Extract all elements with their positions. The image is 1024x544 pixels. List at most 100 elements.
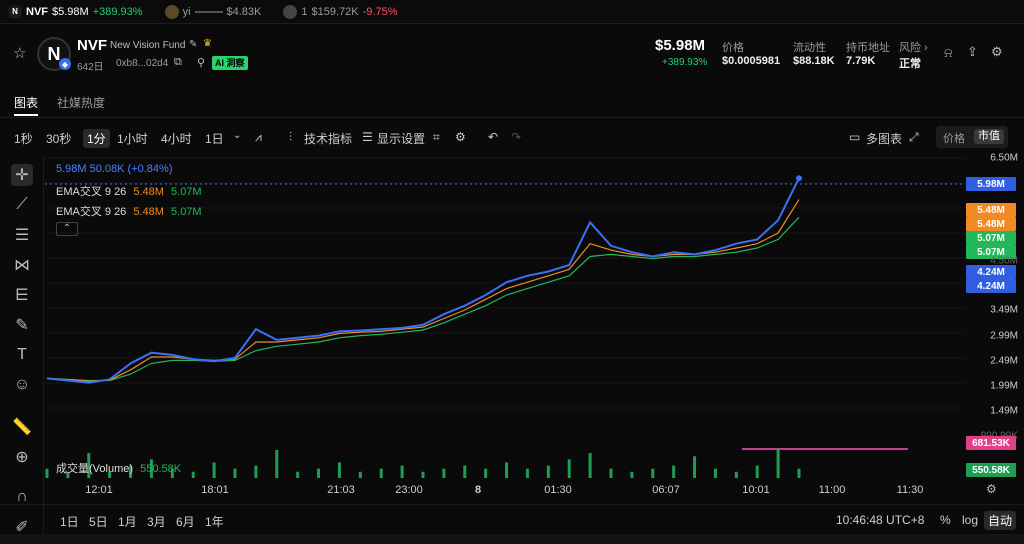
x-tick: 10:01 bbox=[742, 484, 770, 496]
crosshair-icon[interactable]: ✛ bbox=[11, 164, 33, 186]
stat-value: $0.0005981 bbox=[722, 55, 781, 67]
fullscreen-icon[interactable]: ⤢ bbox=[909, 130, 919, 145]
volume-bar bbox=[463, 465, 467, 478]
market-cap-change: +389.93% bbox=[662, 57, 708, 68]
ema-slow-line bbox=[46, 216, 800, 382]
drawing-toolbar: ✛ ⟋ ☰ ⋈ ⋿ ✎ T ☺ 📏 ⊕ ∩ ✐ bbox=[0, 156, 44, 544]
volume-bar bbox=[609, 468, 613, 478]
collapse-legend-button[interactable]: ⌃ bbox=[56, 222, 78, 236]
gear-icon[interactable]: ⚙ bbox=[455, 130, 466, 144]
volume-bar bbox=[358, 471, 362, 478]
ticker-item[interactable]: 1 $159.72K -9.75% bbox=[283, 4, 397, 19]
range-1y[interactable]: 1年 bbox=[205, 513, 224, 530]
risk-link[interactable]: 风险 › bbox=[899, 39, 928, 55]
legend-price: 5.98M 50.08K (+0.84%) bbox=[56, 163, 173, 175]
emoji-icon[interactable]: ☺ bbox=[11, 374, 33, 396]
market-cap: $5.98M bbox=[655, 37, 706, 54]
toggle-price[interactable]: 价格 bbox=[943, 130, 965, 146]
star-icon[interactable]: ☆ bbox=[13, 44, 26, 62]
ema-fast-value: 5.48M bbox=[133, 206, 164, 218]
redo-icon[interactable]: ↷ bbox=[511, 130, 521, 144]
undo-icon[interactable]: ↶ bbox=[488, 130, 498, 144]
range-5d[interactable]: 5日 bbox=[89, 513, 108, 530]
range-6m[interactable]: 6月 bbox=[176, 513, 195, 530]
ticker-item[interactable]: N NVF $5.98M +389.93% bbox=[8, 4, 143, 19]
ruler-icon[interactable]: 📏 bbox=[11, 416, 33, 438]
multi-chart-button[interactable]: 多图表 bbox=[866, 130, 902, 147]
multi-chart-icon: ▭ bbox=[849, 130, 861, 144]
ema-fast-tag: 5.48M bbox=[966, 217, 1016, 231]
scrollbar[interactable] bbox=[0, 534, 1024, 544]
fib-icon[interactable]: ⋿ bbox=[11, 284, 33, 306]
ai-insight-button[interactable]: AI 洞察 bbox=[212, 56, 248, 70]
stat-value: 7.79K bbox=[846, 55, 876, 67]
tab-bar: 图表 社媒热度 bbox=[0, 88, 1024, 118]
search-icon[interactable]: ⚲ bbox=[197, 56, 205, 69]
edit-icon[interactable]: ✎ bbox=[189, 39, 197, 50]
token-logo-icon bbox=[283, 4, 298, 19]
pattern-icon[interactable]: ⋈ bbox=[11, 254, 33, 276]
interval-30s[interactable]: 30秒 bbox=[46, 130, 71, 147]
interval-1d[interactable]: 1日 bbox=[205, 130, 224, 147]
copy-icon[interactable]: ⧉ bbox=[174, 56, 182, 69]
x-tick: 12:01 bbox=[85, 484, 113, 496]
indicators-icon: ⫶ bbox=[289, 130, 293, 144]
volume-marker bbox=[742, 448, 908, 450]
ema-slow-tag: 5.07M bbox=[966, 231, 1016, 245]
ticker-value: $5.98M bbox=[52, 5, 89, 18]
token-name: New Vision Fund bbox=[110, 40, 186, 51]
ticker-value: $159.72K bbox=[311, 5, 359, 18]
x-tick: 8 bbox=[474, 484, 482, 496]
y-tick: 1.49M bbox=[990, 405, 1018, 417]
volume-value: 550.58K bbox=[140, 463, 182, 475]
volume-bar bbox=[296, 471, 300, 478]
trendline-icon[interactable]: ⟋ bbox=[11, 194, 33, 216]
chart-type-icon[interactable]: ⩘ bbox=[255, 130, 262, 145]
auto-toggle[interactable]: 自动 bbox=[984, 511, 1017, 530]
volume-bar bbox=[588, 453, 592, 478]
display-settings-button[interactable]: 显示设置 bbox=[377, 130, 425, 147]
tab-chart[interactable]: 图表 bbox=[14, 94, 38, 111]
range-3m[interactable]: 3月 bbox=[147, 513, 166, 530]
interval-1h[interactable]: 1小时 bbox=[117, 130, 148, 147]
alert-icon[interactable]: ⍾ bbox=[944, 45, 953, 61]
ticker-value: $4.83K bbox=[226, 5, 262, 18]
clock-time[interactable]: 10:46:48 UTC+8 bbox=[836, 513, 924, 527]
interval-1s[interactable]: 1秒 bbox=[14, 130, 33, 147]
volume-bar bbox=[275, 450, 279, 478]
ema-slow-value: 5.07M bbox=[171, 186, 202, 198]
brush-icon[interactable]: ✎ bbox=[11, 314, 33, 336]
x-tick: 11:00 bbox=[818, 484, 846, 496]
range-1m[interactable]: 1月 bbox=[118, 513, 137, 530]
price-tag: 5.98M bbox=[966, 177, 1016, 191]
chain-badge-icon: ◆ bbox=[59, 58, 71, 70]
token-age: 642日 bbox=[77, 62, 104, 73]
volume-bar bbox=[630, 471, 634, 478]
indicators-button[interactable]: 技术指标 bbox=[304, 130, 352, 147]
share-icon[interactable]: ⇪ bbox=[967, 44, 978, 60]
interval-4h[interactable]: 4小时 bbox=[161, 130, 192, 147]
zoom-icon[interactable]: ⊕ bbox=[11, 446, 33, 468]
token-logo-icon: N bbox=[8, 4, 22, 19]
axis-settings-icon[interactable]: ⚙ bbox=[986, 482, 997, 496]
text-icon[interactable]: T bbox=[11, 344, 33, 366]
horizontal-lines-icon[interactable]: ☰ bbox=[11, 224, 33, 246]
percent-toggle[interactable]: % bbox=[940, 513, 951, 527]
volume-bar bbox=[567, 459, 571, 478]
volume-bar bbox=[337, 462, 341, 478]
volume-bar bbox=[400, 465, 404, 478]
volume-bar bbox=[734, 471, 738, 478]
tab-social[interactable]: 社媒热度 bbox=[57, 94, 105, 111]
price-tag: 4.24M bbox=[966, 279, 1016, 293]
ticker-item[interactable]: yi $4.83K bbox=[164, 4, 262, 19]
save-icon[interactable]: ⌗ bbox=[433, 130, 440, 145]
y-axis[interactable]: 6.50M 5.98M 5.48M 5.48M 5.07M 5.07M 4.50… bbox=[966, 153, 1024, 500]
log-toggle[interactable]: log bbox=[962, 513, 978, 527]
token-logo-icon bbox=[164, 4, 179, 19]
range-1d[interactable]: 1日 bbox=[60, 513, 79, 530]
settings-icon[interactable]: ⚙ bbox=[991, 44, 1003, 60]
ema-fast-value: 5.48M bbox=[133, 186, 164, 198]
chevron-down-icon[interactable]: ⌄ bbox=[233, 130, 241, 141]
toggle-mcap[interactable]: 市值 bbox=[974, 129, 1004, 144]
interval-1m[interactable]: 1分 bbox=[83, 129, 110, 148]
